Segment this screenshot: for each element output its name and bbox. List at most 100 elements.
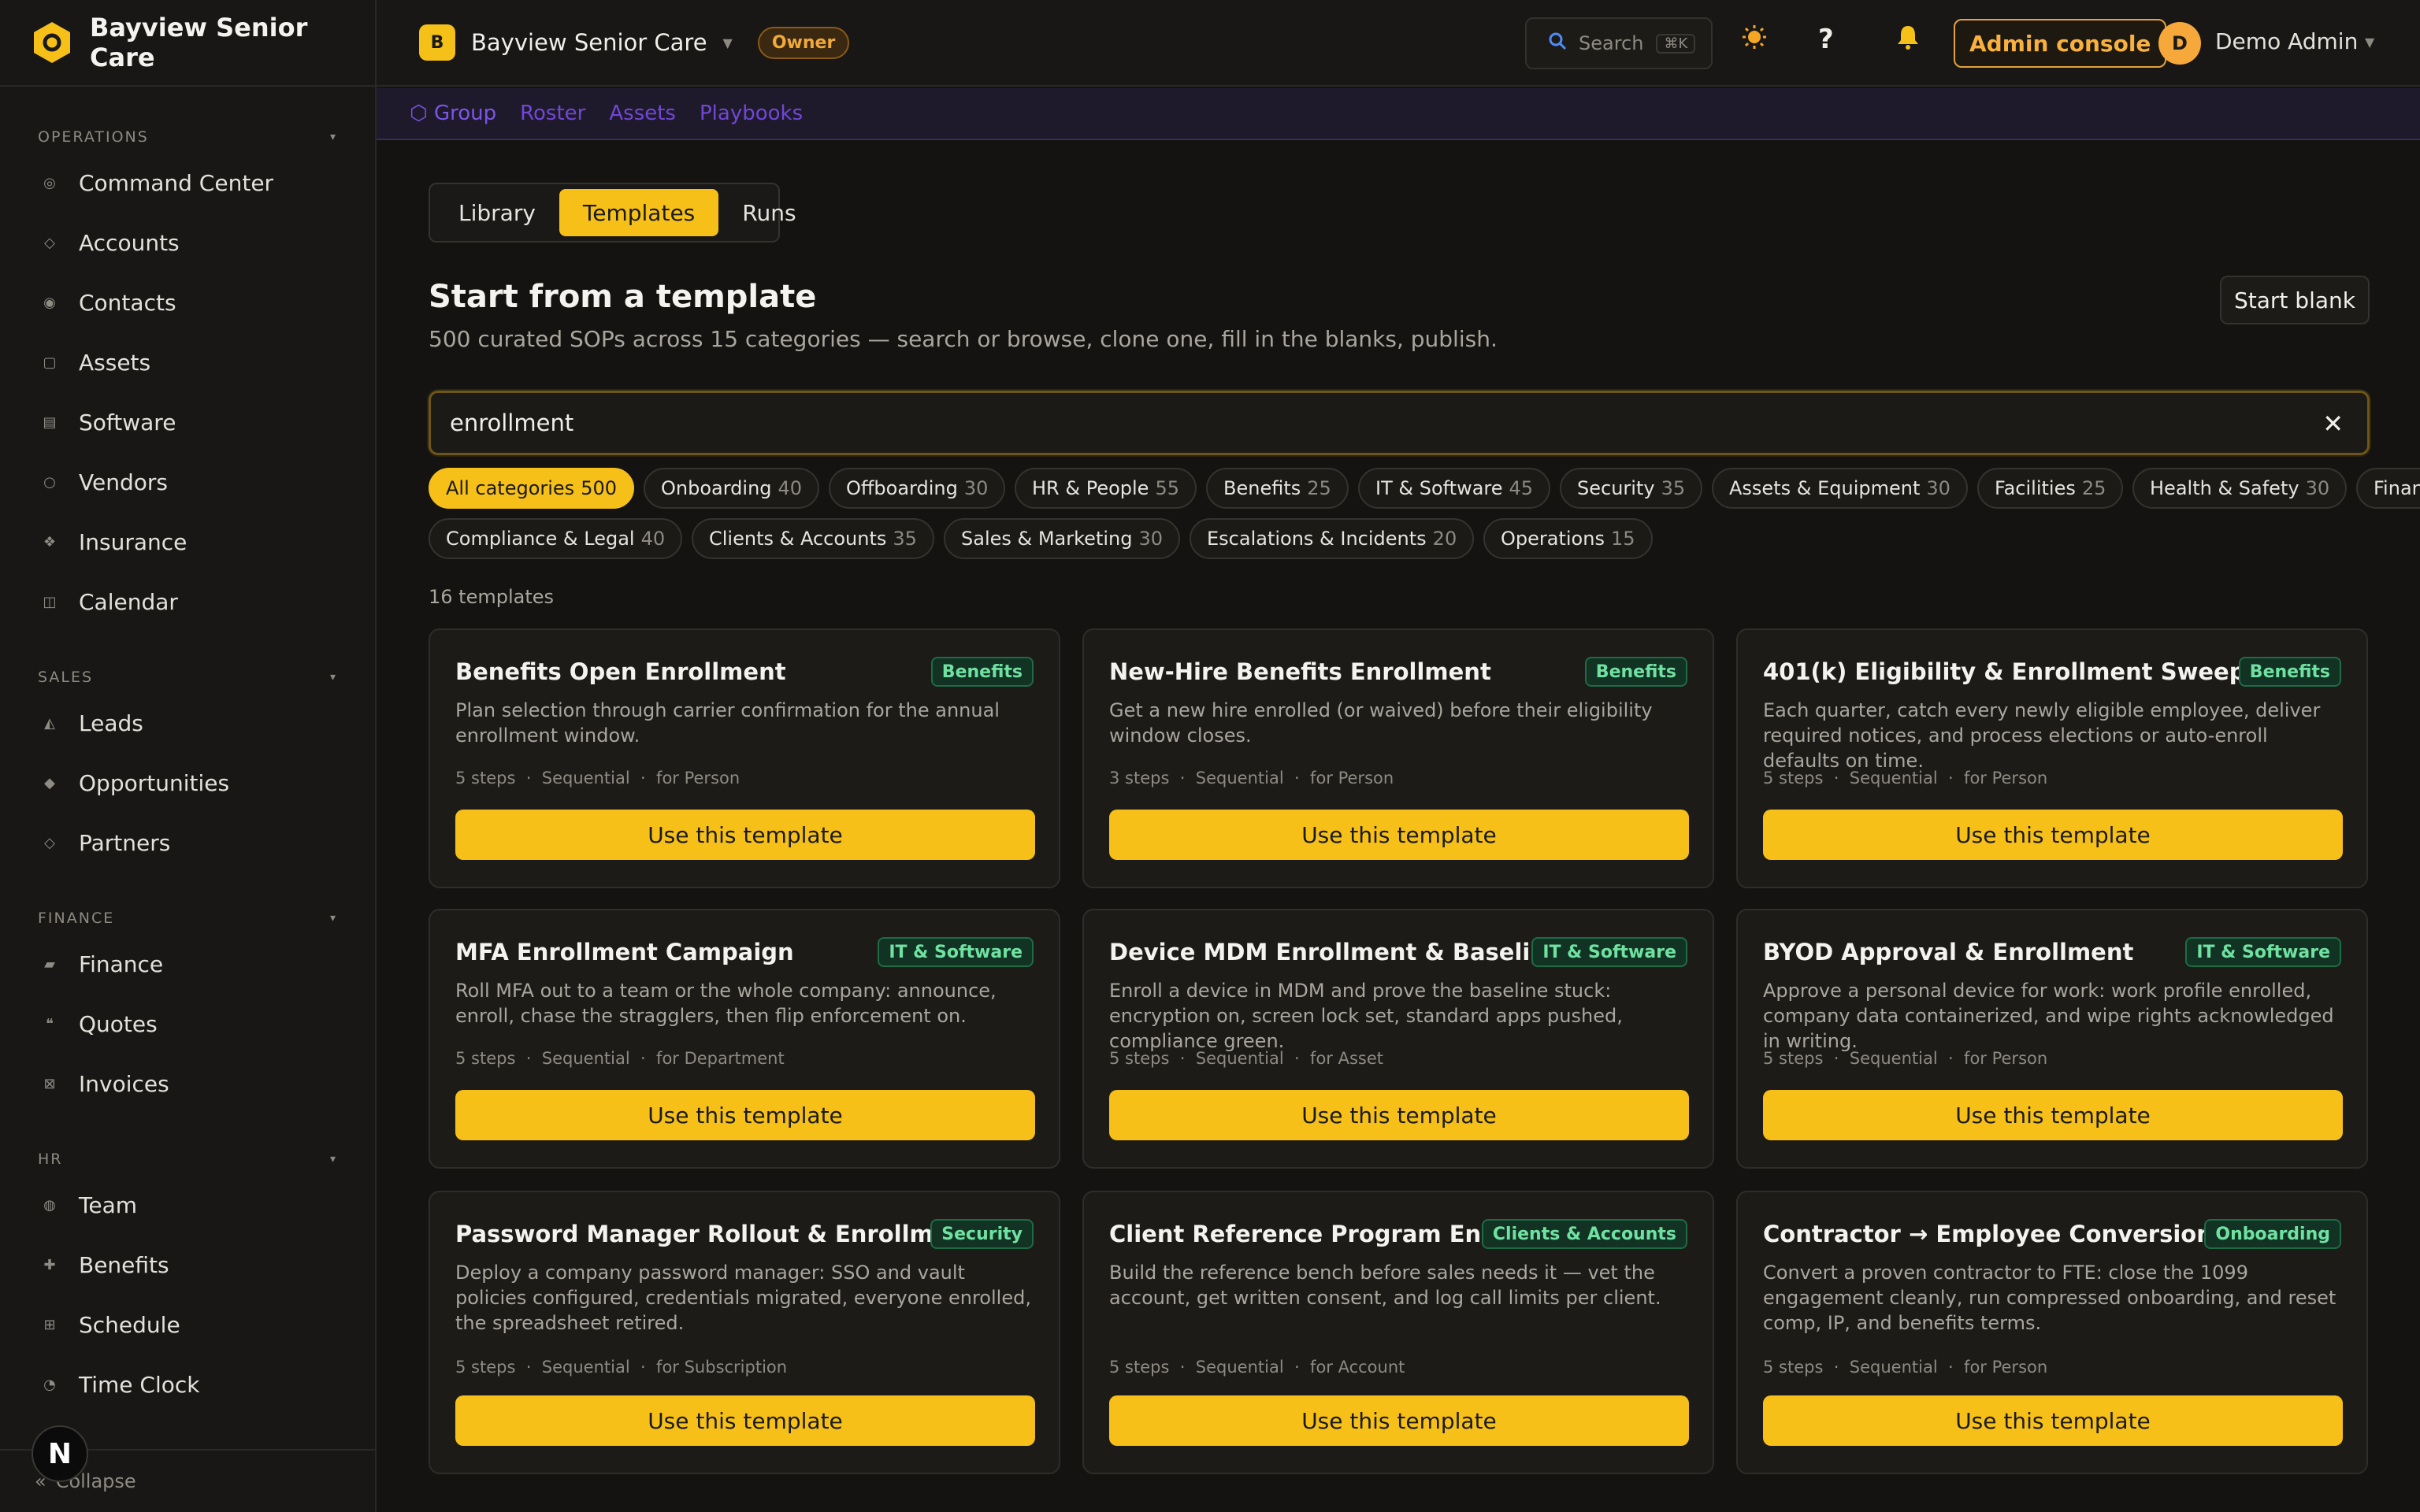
nav-section-title: OPERATIONS <box>38 128 149 146</box>
sidebar-item-schedule[interactable]: ⊞ Schedule <box>0 1295 375 1354</box>
template-card[interactable]: BYOD Approval & Enrollment IT & Software A… <box>1736 909 2368 1169</box>
org-switcher[interactable]: Bayview Senior Care <box>471 29 707 56</box>
category-chip[interactable]: Finance45 <box>2356 468 2420 509</box>
use-template-button[interactable]: Use this template <box>455 1395 1035 1446</box>
nav-section-sales: SALES ▾ ◭ Leads ◆ Opportunities ◇ Partners <box>0 662 375 873</box>
tab-library[interactable]: Library <box>435 189 559 236</box>
use-template-button[interactable]: Use this template <box>1109 1395 1689 1446</box>
nav-section-header[interactable]: HR ▾ <box>0 1143 375 1175</box>
category-chip[interactable]: Clients & Accounts 35 <box>692 518 934 559</box>
user-menu-chevron-icon[interactable]: ▼ <box>2365 35 2374 50</box>
category-chip[interactable]: Facilities 25 <box>1977 468 2124 509</box>
sidebar-item-contacts[interactable]: ◉ Contacts <box>0 272 375 332</box>
category-chip[interactable]: Onboarding 40 <box>644 468 820 509</box>
chip-label: Onboarding <box>661 477 772 499</box>
clock-icon: ◔ <box>43 1376 56 1393</box>
category-chip[interactable]: Benefits 25 <box>1206 468 1349 509</box>
nav-section-header[interactable]: OPERATIONS ▾ <box>0 121 375 153</box>
subnav-group[interactable]: ⬡ Group <box>410 102 496 125</box>
sidebar-item-command-center[interactable]: ◎ Command Center <box>0 153 375 213</box>
brand-title: Bayview Senior Care <box>90 13 308 72</box>
tab-templates[interactable]: Templates <box>559 189 719 236</box>
sidebar-item-calendar[interactable]: ◫ Calendar <box>0 572 375 632</box>
sidebar-item-insurance[interactable]: ❖ Insurance <box>0 512 375 572</box>
org-avatar[interactable]: B <box>419 24 455 61</box>
sidebar-item-team[interactable]: ◍ Team <box>0 1175 375 1235</box>
clear-search-icon[interactable]: ✕ <box>2322 409 2344 439</box>
category-chip[interactable]: Sales & Marketing 30 <box>944 518 1181 559</box>
sidebar-item-partners[interactable]: ◇ Partners <box>0 813 375 873</box>
template-card[interactable]: 401(k) Eligibility & Enrollment Sweep Ben… <box>1736 628 2368 888</box>
n-badge[interactable]: N <box>32 1425 88 1482</box>
theme-toggle-icon[interactable] <box>1741 24 1768 57</box>
template-card[interactable]: Contractor → Employee Conversion Onboardi… <box>1736 1191 2368 1474</box>
brand[interactable]: Bayview Senior Care <box>0 0 375 87</box>
category-chip[interactable]: HR & People 55 <box>1015 468 1197 509</box>
section-collapse-icon[interactable]: ▾ <box>330 912 337 925</box>
sidebar-item-label: Quotes <box>79 1010 158 1037</box>
template-card[interactable]: Device MDM Enrollment & Baseline IT & Sof… <box>1082 909 1714 1169</box>
global-search[interactable]: Search ⌘K <box>1525 17 1713 69</box>
category-chip[interactable]: Health & Safety 30 <box>2132 468 2348 509</box>
chip-count: 40 <box>778 477 803 499</box>
sidebar-item-label: Schedule <box>79 1311 180 1338</box>
admin-console-button[interactable]: Admin console <box>1954 19 2167 68</box>
search-icon <box>1547 31 1568 56</box>
section-collapse-icon[interactable]: ▾ <box>330 1153 337 1166</box>
subnav-roster[interactable]: Roster <box>520 102 585 125</box>
use-template-button[interactable]: Use this template <box>1109 810 1689 860</box>
nav-section-header[interactable]: FINANCE ▾ <box>0 902 375 934</box>
category-chip[interactable]: Security 35 <box>1560 468 1703 509</box>
subnav-assets[interactable]: Assets <box>609 102 676 125</box>
category-chip[interactable]: Assets & Equipment 30 <box>1712 468 1968 509</box>
use-template-button[interactable]: Use this template <box>1763 810 2343 860</box>
template-search-input[interactable]: enrollment ✕ <box>429 391 2370 455</box>
sidebar-item-quotes[interactable]: ❝ Quotes <box>0 994 375 1054</box>
category-chip[interactable]: Compliance & Legal 40 <box>429 518 683 559</box>
shield-icon: ❖ <box>43 533 57 550</box>
category-badge: Benefits <box>1584 657 1687 687</box>
sidebar-item-accounts[interactable]: ◇ Accounts <box>0 213 375 272</box>
category-chip[interactable]: All categories 500 <box>429 468 634 509</box>
chip-label: HR & People <box>1032 477 1149 499</box>
bell-icon[interactable] <box>1895 24 1921 57</box>
chip-count: 40 <box>640 528 666 550</box>
user-avatar[interactable]: D <box>2158 22 2201 65</box>
category-chip[interactable]: Operations 15 <box>1483 518 1653 559</box>
chip-label: Offboarding <box>846 477 958 499</box>
sidebar-item-finance[interactable]: ▰ Finance <box>0 934 375 994</box>
chevron-down-icon[interactable]: ▼ <box>723 35 733 50</box>
template-title: Password Manager Rollout & Enrollment <box>455 1221 976 1247</box>
start-blank-button[interactable]: Start blank <box>2220 276 2370 324</box>
sidebar-item-invoices[interactable]: ⊠ Invoices <box>0 1054 375 1114</box>
section-collapse-icon[interactable]: ▾ <box>330 671 337 684</box>
template-card[interactable]: Benefits Open Enrollment Benefits Plan sel… <box>429 628 1060 888</box>
subnav-playbooks[interactable]: Playbooks <box>700 102 803 125</box>
sidebar-item-time-clock[interactable]: ◔ Time Clock <box>0 1354 375 1414</box>
template-card[interactable]: Password Manager Rollout & Enrollment Sec… <box>429 1191 1060 1474</box>
category-chip[interactable]: IT & Software 45 <box>1358 468 1551 509</box>
template-card[interactable]: MFA Enrollment Campaign IT & Software Roll… <box>429 909 1060 1169</box>
tab-runs[interactable]: Runs <box>718 189 819 236</box>
template-card[interactable]: New-Hire Benefits Enrollment Benefits Get … <box>1082 628 1714 888</box>
use-template-button[interactable]: Use this template <box>455 810 1035 860</box>
template-card[interactable]: Client Reference Program Enrollment Clien… <box>1082 1191 1714 1474</box>
category-chip[interactable]: Escalations & Incidents 20 <box>1190 518 1475 559</box>
sidebar-item-vendors[interactable]: ○ Vendors <box>0 452 375 512</box>
use-template-button[interactable]: Use this template <box>1109 1090 1689 1140</box>
sidebar-item-benefits[interactable]: ✚ Benefits <box>0 1235 375 1295</box>
template-description: Roll MFA out to a team or the whole comp… <box>455 980 997 1027</box>
sidebar-item-software[interactable]: ▤ Software <box>0 392 375 452</box>
use-template-button[interactable]: Use this template <box>1763 1395 2343 1446</box>
target-icon: ◎ <box>43 174 56 191</box>
help-icon[interactable]: ? <box>1818 24 1834 55</box>
nav-section-header[interactable]: SALES ▾ <box>0 662 375 693</box>
user-name[interactable]: Demo Admin <box>2215 28 2358 54</box>
use-template-button[interactable]: Use this template <box>455 1090 1035 1140</box>
section-collapse-icon[interactable]: ▾ <box>330 131 337 143</box>
sidebar-item-leads[interactable]: ◭ Leads <box>0 693 375 753</box>
use-template-button[interactable]: Use this template <box>1763 1090 2343 1140</box>
sidebar-item-opportunities[interactable]: ◆ Opportunities <box>0 753 375 813</box>
sidebar-item-assets[interactable]: ▢ Assets <box>0 332 375 392</box>
category-chip[interactable]: Offboarding 30 <box>829 468 1006 509</box>
